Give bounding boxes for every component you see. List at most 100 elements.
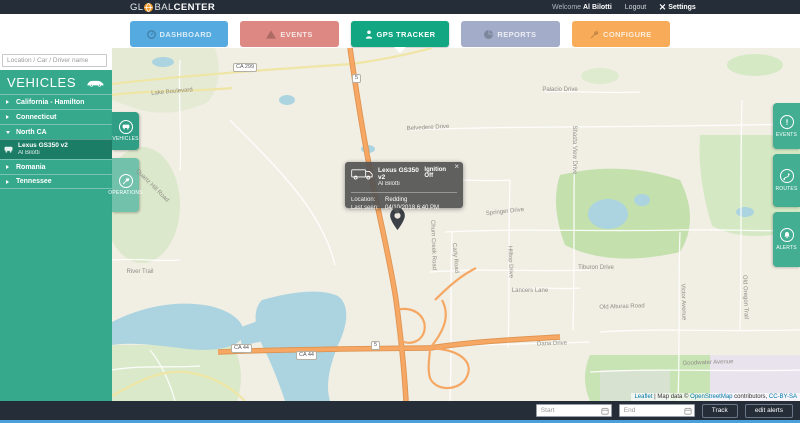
tab-gps-tracker[interactable]: GPS TRACKER xyxy=(350,21,450,47)
logo-part-2: BAL xyxy=(154,1,174,13)
group-label: Connecticut xyxy=(16,113,57,121)
tooltip-vehicle-name: Lexus GS350 v2 xyxy=(378,167,419,181)
chevron-right-icon xyxy=(6,165,9,169)
sidebar: VEHICLES California - Hamilton Connect xyxy=(0,48,112,401)
side-button-routes[interactable]: ROUTES xyxy=(773,154,800,207)
person-icon xyxy=(365,29,373,39)
track-button[interactable]: Track xyxy=(701,403,738,418)
leaflet-link[interactable]: Leaflet xyxy=(634,394,652,400)
settings-link[interactable]: Settings xyxy=(659,3,696,12)
license-link[interactable]: CC-BY-SA xyxy=(769,394,797,400)
vehicles-panel: VEHICLES California - Hamilton Connectic… xyxy=(0,70,112,401)
edge-tab-vehicles[interactable]: VEHICLES xyxy=(112,112,139,150)
group-connecticut[interactable]: Connecticut xyxy=(0,109,112,124)
car-icon xyxy=(86,78,105,87)
calendar-icon[interactable] xyxy=(684,407,692,415)
tab-label: GPS TRACKER xyxy=(376,29,436,39)
side-button-alerts[interactable]: ALERTS xyxy=(773,212,800,267)
calendar-icon[interactable] xyxy=(601,407,609,415)
route-circle-icon xyxy=(779,169,794,183)
warning-icon xyxy=(266,29,277,39)
wrench-icon xyxy=(590,30,599,39)
topbar: GL BAL CENTER Welcome Al Bilotti Logout S… xyxy=(0,0,800,14)
tab-dashboard[interactable]: DASHBOARD xyxy=(130,21,229,47)
logo-part-1: GL xyxy=(130,1,144,13)
side-button-events[interactable]: EVENTS xyxy=(773,103,800,149)
end-date-wrap xyxy=(618,404,695,417)
location-value: Redding xyxy=(385,197,408,203)
tab-label: EVENTS xyxy=(280,29,313,39)
tooltip-pointer xyxy=(392,207,402,214)
map-attribution: Leaflet | Map data © OpenStreetMap contr… xyxy=(631,393,800,401)
logo-part-3: CENTER xyxy=(173,1,216,13)
group-label: California - Hamilton xyxy=(16,98,85,106)
tooltip-close-icon[interactable]: × xyxy=(454,163,459,171)
chevron-right-icon xyxy=(6,179,9,184)
tab-label: DASHBOARD xyxy=(159,29,212,39)
bus-circle-icon xyxy=(118,120,133,134)
user-name: Al Bilotti xyxy=(583,3,612,11)
vehicle-item-selected[interactable]: Lexus GS350 v2 Al Bilotti xyxy=(0,139,112,159)
gauge-icon xyxy=(146,29,156,39)
vehicles-title: VEHICLES xyxy=(7,74,77,90)
search-input[interactable] xyxy=(2,54,107,67)
van-icon xyxy=(351,167,373,185)
chevron-right-icon xyxy=(6,115,9,119)
wrench-circle-icon xyxy=(118,174,133,188)
tooltip-ignition-status: Ignition Off xyxy=(424,167,447,179)
last-seen-label: Last seen: xyxy=(351,205,379,211)
side-button-label: EVENTS xyxy=(775,131,798,138)
topbar-user-area: Welcome Al Bilotti Logout Settings xyxy=(552,0,696,14)
map-artwork xyxy=(112,48,800,401)
group-tennessee[interactable]: Tennessee xyxy=(0,174,112,189)
vehicle-group-list: California - Hamilton Connecticut North … xyxy=(0,94,112,189)
edge-tab-label: VEHICLES xyxy=(112,136,139,142)
globe-icon xyxy=(144,2,154,12)
chevron-down-icon xyxy=(6,130,10,134)
side-button-label: ALERTS xyxy=(776,245,797,251)
pie-chart-icon xyxy=(484,29,494,39)
tab-events[interactable]: EVENTS xyxy=(240,21,339,47)
openstreetmap-link[interactable]: OpenStreetMap xyxy=(690,394,732,400)
edge-tab-operations[interactable]: OPERATIONS xyxy=(108,158,143,212)
tooltip-location-row: Location: Redding xyxy=(351,196,457,204)
tab-reports[interactable]: REPORTS xyxy=(461,21,560,47)
start-date-wrap xyxy=(535,404,612,417)
active-tab-pointer xyxy=(394,47,406,53)
tab-configure[interactable]: CONFIGURE xyxy=(571,21,671,47)
edge-tab-label: OPERATIONS xyxy=(108,190,143,196)
bus-icon xyxy=(4,146,13,153)
contributors-text: contributors, xyxy=(732,394,769,400)
location-label: Location: xyxy=(351,197,376,203)
group-label: North CA xyxy=(16,128,47,136)
exclamation-circle-icon xyxy=(779,114,794,129)
vehicle-driver: Al Bilotti xyxy=(18,150,40,156)
tab-label: REPORTS xyxy=(497,29,537,39)
tab-label: CONFIGURE xyxy=(603,29,652,39)
group-label: Romania xyxy=(16,163,46,171)
logout-link[interactable]: Logout xyxy=(625,4,646,11)
welcome-prefix: Welcome xyxy=(552,3,582,11)
tooltip-header: Lexus GS350 v2 Al Bilotti Ignition Off xyxy=(351,167,457,188)
settings-label: Settings xyxy=(668,3,696,11)
app-logo: GL BAL CENTER xyxy=(130,0,215,14)
chevron-right-icon xyxy=(6,100,9,104)
edit-alerts-button[interactable]: edit alerts xyxy=(744,403,793,418)
tooltip-last-seen-row: Last seen: 04/10/2018 6:40 PM xyxy=(351,204,457,212)
app-screen: GL BAL CENTER Welcome Al Bilotti Logout S… xyxy=(0,0,800,423)
tooltip-vehicle: Lexus GS350 v2 Al Bilotti xyxy=(378,167,419,188)
group-label: Tennessee xyxy=(16,178,52,185)
main-nav: DASHBOARD EVENTS GPS TRACKER REPORTS CON… xyxy=(130,21,671,47)
attribution-text: | Map data © xyxy=(652,394,691,400)
map-canvas[interactable]: × Lexus GS350 v2 Al Bilotti Ignition Off xyxy=(112,48,800,401)
vehicle-tooltip: × Lexus GS350 v2 Al Bilotti Ignition Off xyxy=(345,162,463,211)
group-north-ca[interactable]: North CA xyxy=(0,124,112,139)
welcome-text: Welcome Al Bilotti xyxy=(552,4,612,11)
vehicles-panel-header: VEHICLES xyxy=(0,70,112,94)
vehicle-name: Lexus GS350 v2 xyxy=(18,142,68,149)
bell-circle-icon xyxy=(779,228,794,242)
tooltip-divider xyxy=(351,192,457,193)
group-romania[interactable]: Romania xyxy=(0,159,112,174)
settings-tools-icon xyxy=(659,3,666,12)
group-california-hamilton[interactable]: California - Hamilton xyxy=(0,94,112,109)
